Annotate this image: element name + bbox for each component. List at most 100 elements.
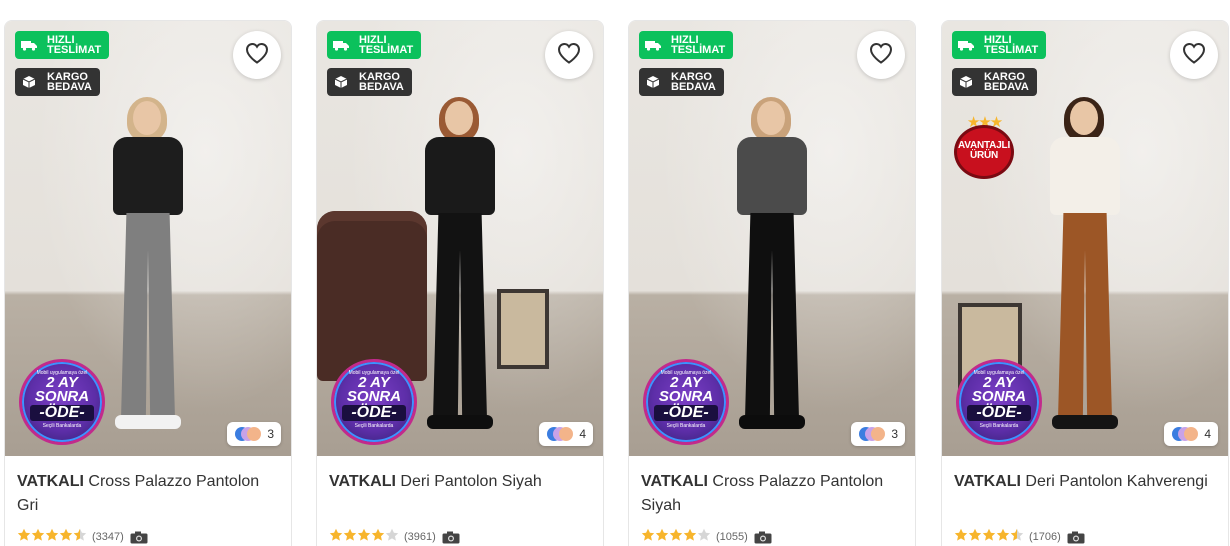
- product-info[interactable]: VATKALI Deri Pantolon Siyah (3961): [317, 456, 603, 544]
- fast-delivery-badge: HIZLI TESLİMAT: [15, 31, 110, 59]
- rating-star-icon: [357, 528, 371, 546]
- product-title[interactable]: VATKALI Cross Palazzo Pantolon Siyah: [641, 470, 903, 520]
- color-options-button[interactable]: 3: [227, 422, 281, 446]
- brand-name: VATKALI: [641, 473, 708, 490]
- product-image[interactable]: HIZLI TESLİMAT KARGO BEDAVA Mobil uygulama…: [317, 21, 603, 456]
- rating-star-icon: [655, 528, 669, 546]
- fast-delivery-badge: HIZLI TESLİMAT: [327, 31, 422, 59]
- rating-star-icon: [329, 528, 343, 546]
- heart-icon: [245, 42, 269, 69]
- product-name: Deri Pantolon Siyah: [400, 473, 542, 490]
- rating-star-icon: [59, 528, 73, 546]
- rating-star-icon: [343, 528, 357, 546]
- heart-icon: [557, 42, 581, 69]
- review-count: (1706): [1029, 531, 1061, 543]
- product-image[interactable]: HIZLI TESLİMAT KARGO BEDAVA Mobil uygulama…: [5, 21, 291, 456]
- color-count: 4: [1204, 427, 1211, 441]
- color-options-button[interactable]: 3: [851, 422, 905, 446]
- review-count: (3347): [92, 531, 124, 543]
- product-image[interactable]: HIZLI TESLİMAT KARGO BEDAVA ★★★ AVANTAJLI Ü…: [942, 21, 1228, 456]
- product-grid: HIZLI TESLİMAT KARGO BEDAVA Mobil uygulama…: [0, 0, 1230, 546]
- rating-star-icon: [1010, 528, 1024, 546]
- review-count: (3961): [404, 531, 436, 543]
- product-card[interactable]: HIZLI TESLİMAT KARGO BEDAVA Mobil uygulama…: [628, 20, 916, 546]
- color-swatch-icon: [235, 427, 262, 441]
- rating-star-icon: [31, 528, 45, 546]
- model-photo: [415, 97, 505, 441]
- favorite-button[interactable]: [1170, 31, 1218, 79]
- product-name: Deri Pantolon Kahverengi: [1025, 473, 1208, 490]
- truck-icon: [958, 39, 974, 51]
- favorite-button[interactable]: [545, 31, 593, 79]
- product-info[interactable]: VATKALI Cross Palazzo Pantolon Gri (3347): [5, 456, 291, 544]
- brand-name: VATKALI: [954, 473, 1021, 490]
- rating-star-icon: [641, 528, 655, 546]
- box-icon: [645, 76, 661, 88]
- product-info[interactable]: VATKALI Cross Palazzo Pantolon Siyah (105…: [629, 456, 915, 544]
- model-photo: [103, 97, 193, 441]
- camera-icon: [1067, 531, 1085, 544]
- truck-icon: [21, 39, 37, 51]
- truck-icon: [645, 39, 661, 51]
- truck-icon: [333, 39, 349, 51]
- rating-star-icon: [73, 528, 87, 546]
- rating-star-icon: [982, 528, 996, 546]
- free-cargo-badge: KARGO BEDAVA: [639, 68, 724, 96]
- rating-star-icon: [17, 528, 31, 546]
- color-count: 3: [267, 427, 274, 441]
- fast-delivery-badge: HIZLI TESLİMAT: [952, 31, 1047, 59]
- favorite-button[interactable]: [857, 31, 905, 79]
- camera-icon: [442, 531, 460, 544]
- color-count: 3: [891, 427, 898, 441]
- color-options-button[interactable]: 4: [539, 422, 593, 446]
- rating-row: (3347): [17, 528, 279, 546]
- product-title[interactable]: VATKALI Deri Pantolon Kahverengi: [954, 470, 1216, 520]
- fast-delivery-badge: HIZLI TESLİMAT: [639, 31, 734, 59]
- product-card[interactable]: HIZLI TESLİMAT KARGO BEDAVA ★★★ AVANTAJLI Ü…: [941, 20, 1229, 546]
- box-icon: [21, 76, 37, 88]
- rating-star-icon: [697, 528, 711, 546]
- product-image[interactable]: HIZLI TESLİMAT KARGO BEDAVA Mobil uygulama…: [629, 21, 915, 456]
- product-title[interactable]: VATKALI Deri Pantolon Siyah: [329, 470, 591, 520]
- color-swatch-icon: [859, 427, 886, 441]
- pay-later-badge: Mobil uygulamaya özel 2 AY SONRA -ÖDE- Seçil…: [956, 359, 1042, 445]
- color-swatch-icon: [1172, 427, 1199, 441]
- rating-star-icon: [669, 528, 683, 546]
- rating-row: (1706): [954, 528, 1216, 546]
- brand-name: VATKALI: [329, 473, 396, 490]
- heart-icon: [869, 42, 893, 69]
- favorite-button[interactable]: [233, 31, 281, 79]
- pay-later-badge: Mobil uygulamaya özel 2 AY SONRA -ÖDE- Seçil…: [331, 359, 417, 445]
- model-photo: [727, 97, 817, 441]
- armchair: [317, 211, 427, 381]
- camera-icon: [754, 531, 772, 544]
- camera-icon: [130, 531, 148, 544]
- rating-star-icon: [954, 528, 968, 546]
- pay-later-badge: Mobil uygulamaya özel 2 AY SONRA -ÖDE- Seçil…: [643, 359, 729, 445]
- box-icon: [333, 76, 349, 88]
- color-swatch-icon: [547, 427, 574, 441]
- free-cargo-badge: KARGO BEDAVA: [15, 68, 100, 96]
- product-info[interactable]: VATKALI Deri Pantolon Kahverengi (1706): [942, 456, 1228, 544]
- product-card[interactable]: HIZLI TESLİMAT KARGO BEDAVA Mobil uygulama…: [4, 20, 292, 546]
- rating-star-icon: [371, 528, 385, 546]
- review-count: (1055): [716, 531, 748, 543]
- heart-icon: [1182, 42, 1206, 69]
- rating-row: (3961): [329, 528, 591, 546]
- pay-later-badge: Mobil uygulamaya özel 2 AY SONRA -ÖDE- Seçil…: [19, 359, 105, 445]
- rating-star-icon: [45, 528, 59, 546]
- rating-star-icon: [996, 528, 1010, 546]
- product-card[interactable]: HIZLI TESLİMAT KARGO BEDAVA Mobil uygulama…: [316, 20, 604, 546]
- free-cargo-badge: KARGO BEDAVA: [952, 68, 1037, 96]
- product-title[interactable]: VATKALI Cross Palazzo Pantolon Gri: [17, 470, 279, 520]
- model-photo: [1040, 97, 1130, 441]
- free-cargo-badge: KARGO BEDAVA: [327, 68, 412, 96]
- box-icon: [958, 76, 974, 88]
- rating-row: (1055): [641, 528, 903, 546]
- rating-star-icon: [385, 528, 399, 546]
- advantage-product-badge: ★★★ AVANTAJLI ÜRÜN: [950, 113, 1018, 181]
- rating-star-icon: [683, 528, 697, 546]
- color-count: 4: [579, 427, 586, 441]
- color-options-button[interactable]: 4: [1164, 422, 1218, 446]
- rating-star-icon: [968, 528, 982, 546]
